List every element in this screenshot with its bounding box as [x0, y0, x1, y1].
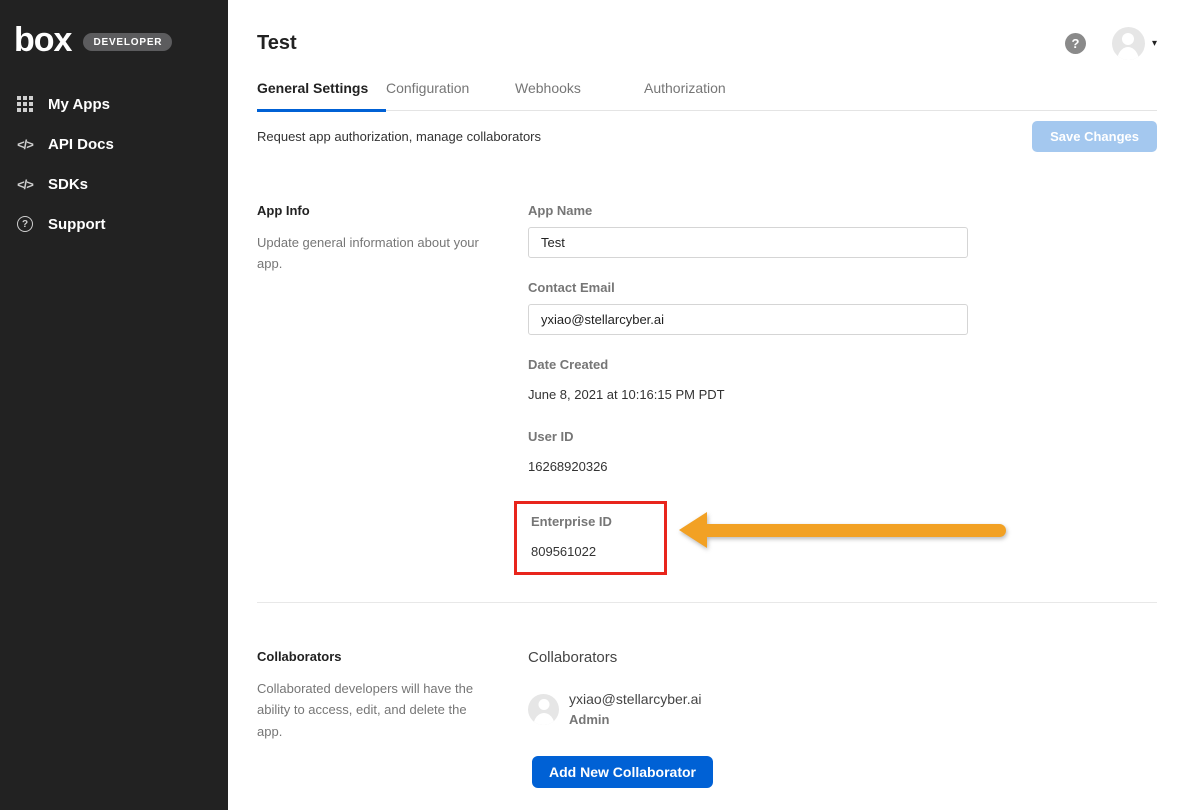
enterprise-id-value: 809561022	[531, 544, 650, 560]
date-created-value: June 8, 2021 at 10:16:15 PM PDT	[528, 387, 968, 403]
collaborator-info: yxiao@stellarcyber.ai Admin	[569, 691, 702, 727]
collaborators-list-label: Collaborators	[528, 649, 968, 666]
contact-email-label: Contact Email	[528, 280, 968, 296]
sidebar-nav: My Apps </> API Docs </> SDKs ? Support	[0, 84, 228, 244]
main-content: Test ? ▾ General Settings Configuration …	[228, 0, 1178, 810]
app-info-description: Update general information about your ap…	[257, 232, 495, 275]
sidebar-item-my-apps[interactable]: My Apps	[0, 84, 228, 124]
user-id-value: 16268920326	[528, 459, 968, 475]
sidebar-item-support[interactable]: ? Support	[0, 204, 228, 244]
code-icon: </>	[16, 175, 34, 193]
app-info-heading: App Info	[257, 203, 528, 218]
page-title: Test	[257, 32, 297, 55]
help-icon[interactable]: ?	[1065, 33, 1086, 54]
user-id-label: User ID	[528, 429, 968, 445]
sidebar-item-sdks[interactable]: </> SDKs	[0, 164, 228, 204]
avatar[interactable]	[1112, 27, 1145, 60]
logo-row: box DEVELOPER	[0, 0, 228, 62]
contact-email-input[interactable]	[528, 304, 968, 335]
app-name-label: App Name	[528, 203, 968, 219]
sidebar-item-label: API Docs	[48, 136, 114, 153]
collaborator-email: yxiao@stellarcyber.ai	[569, 691, 702, 708]
sidebar-item-label: Support	[48, 216, 106, 233]
box-developer-console: box DEVELOPER My Apps </> API Docs </>	[0, 0, 1178, 810]
subheader-description: Request app authorization, manage collab…	[257, 129, 541, 144]
section-divider	[257, 602, 1157, 603]
app-name-input[interactable]	[528, 227, 968, 258]
tab-general-settings[interactable]: General Settings	[257, 80, 386, 112]
developer-badge: DEVELOPER	[83, 33, 172, 51]
chevron-down-icon[interactable]: ▾	[1152, 38, 1157, 49]
box-logo: box	[14, 23, 71, 57]
sidebar-item-api-docs[interactable]: </> API Docs	[0, 124, 228, 164]
app-info-left: App Info Update general information abou…	[257, 203, 528, 575]
subheader: Request app authorization, manage collab…	[257, 121, 1157, 152]
tab-configuration[interactable]: Configuration	[386, 80, 515, 110]
sidebar-item-label: SDKs	[48, 176, 88, 193]
header-actions: ? ▾	[1065, 27, 1157, 60]
tab-webhooks[interactable]: Webhooks	[515, 80, 644, 110]
app-info-section: App Info Update general information abou…	[257, 203, 1157, 575]
collaborators-panel: Collaborators yxiao@stellarcyber.ai Admi…	[528, 649, 968, 788]
collaborator-row: yxiao@stellarcyber.ai Admin	[528, 691, 968, 727]
tab-authorization[interactable]: Authorization	[644, 80, 773, 110]
collaborators-description: Collaborated developers will have the ab…	[257, 678, 495, 742]
add-new-collaborator-button[interactable]: Add New Collaborator	[532, 756, 713, 788]
collaborators-left: Collaborators Collaborated developers wi…	[257, 649, 528, 788]
sidebar: box DEVELOPER My Apps </> API Docs </>	[0, 0, 228, 810]
collaborators-heading: Collaborators	[257, 649, 528, 664]
date-created-label: Date Created	[528, 357, 968, 373]
collaborators-section: Collaborators Collaborated developers wi…	[257, 649, 1157, 788]
tab-bar: General Settings Configuration Webhooks …	[257, 80, 1157, 111]
collaborator-avatar	[528, 694, 559, 725]
code-icon: </>	[16, 135, 34, 153]
grid-icon	[16, 95, 34, 113]
help-circle-icon: ?	[16, 215, 34, 233]
collaborator-role: Admin	[569, 712, 702, 727]
sidebar-item-label: My Apps	[48, 96, 110, 113]
app-info-form: App Name Contact Email Date Created June…	[528, 203, 968, 575]
enterprise-id-label: Enterprise ID	[531, 514, 650, 530]
app-header: Test ? ▾	[257, 0, 1157, 60]
save-changes-button[interactable]: Save Changes	[1032, 121, 1157, 152]
enterprise-id-highlight-box: Enterprise ID 809561022	[514, 501, 667, 575]
